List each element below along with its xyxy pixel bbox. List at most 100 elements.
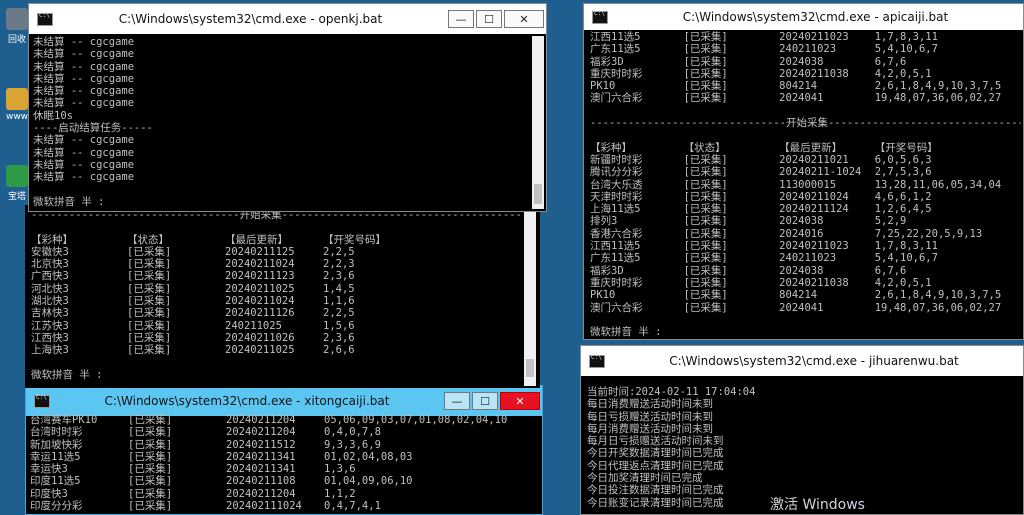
openkj-titlebar[interactable]: C:\Windows\system32\cmd.exe - openkj.bat… — [29, 4, 546, 34]
table-cell: 印度分分彩 — [30, 500, 83, 512]
table-cell: 5,2,9 — [874, 215, 907, 228]
xitongcaiji-console[interactable]: 台湾赛车PK10 [已采集] 20240211204 05,06,09,03,07,0… — [30, 414, 538, 512]
console-line: 当前时间:2024-02-11 17:04:04 — [587, 386, 756, 398]
openkj-console[interactable]: 未结算 -- cgcgame 未结算 -- cgcgame 未结算 -- cgcga… — [33, 36, 528, 209]
table-cell: 1,7,8,3,11 — [874, 240, 938, 253]
maximize-button[interactable]: ☐ — [472, 392, 498, 410]
console-line: 未结算 -- cgcgame — [33, 171, 135, 184]
table-cell: [已采集] — [127, 270, 172, 283]
table-cell: 2,2,5 — [323, 307, 355, 320]
table-cell: 20240211124 — [779, 203, 849, 216]
apicaiji-console[interactable]: 江西11选5 [已采集] 20240211023 1,7,8,3,11 广东11选5 [已… — [590, 31, 1021, 337]
table-cell: 福彩3D — [590, 55, 624, 68]
console-line: 今日加奖清理时间已完成 — [587, 472, 703, 485]
jihuarenwu-titlebar[interactable]: C:\Windows\system32\cmd.exe - jihuarenwu… — [581, 346, 1023, 376]
table-cell: [已采集] — [128, 426, 173, 439]
table-cell: 澳门六合彩 — [590, 92, 643, 105]
caiji-scrollbar[interactable] — [524, 209, 536, 386]
console-line: ----启动结算任务----- — [33, 122, 153, 135]
table-row: 江西11选5 [已采集] 20240211023 1,7,8,3,11 — [590, 31, 1021, 43]
table-row: 幸运11选5 [已采集] 20240211341 01,02,04,08,03 — [30, 451, 538, 463]
table-cell: 20240211024 — [225, 258, 295, 271]
minimize-button[interactable]: — — [444, 392, 470, 410]
table-cell: 江西11选5 — [590, 31, 641, 43]
maximize-button[interactable]: ☐ — [476, 10, 502, 28]
table-row: 广东11选5 [已采集] 240211023 5,4,10,6,7 — [590, 252, 1021, 264]
table-cell: 【最后更新】 — [779, 141, 843, 154]
xitongcaiji-titlebar[interactable]: C:\Windows\system32\cmd.exe - xitongcaij… — [26, 386, 542, 416]
table-row: 印度11选5 [已采集] 20240211108 01,04,09,06,10 — [30, 475, 538, 487]
table-row: 澳门六合彩 [已采集] 2024041 19,48,07,36,06,02,27 — [590, 92, 1021, 104]
table-cell: 上海11选5 — [590, 203, 641, 216]
apicaiji-titlebar[interactable]: C:\Windows\system32\cmd.exe - apicaiji.b… — [584, 4, 1023, 30]
table-cell: 幸运快3 — [30, 463, 68, 476]
table-cell: 6,7,6 — [874, 55, 907, 68]
table-cell: 0,4,0,7,8 — [324, 426, 381, 439]
cmd-icon — [34, 394, 50, 408]
table-row: 上海快3 [已采集] 20240211025 2,6,6 — [31, 344, 522, 356]
separator-line: -------------------------------开始采集-----… — [590, 117, 1021, 129]
table-cell: 13,28,11,06,05,34,04 — [874, 178, 1002, 191]
table-cell: [已采集] — [683, 67, 728, 80]
table-cell: PK10 — [590, 80, 616, 93]
table-cell: 1,1,2 — [324, 487, 356, 500]
table-cell: 20240211025 — [225, 282, 295, 295]
caiji-window[interactable]: ---------------------------------开始采集---… — [25, 205, 540, 388]
desktop-icon[interactable]: www — [4, 88, 30, 122]
table-cell: 幸运11选5 — [30, 450, 81, 463]
table-cell: 20240211512 — [226, 438, 296, 451]
table-cell: 2,2,3 — [323, 258, 355, 271]
desktop-icon[interactable]: 宝塔 — [4, 165, 30, 202]
table-cell: 福彩3D — [590, 264, 624, 277]
table-cell: 2,2,5 — [323, 245, 355, 258]
xitongcaiji-window[interactable]: C:\Windows\system32\cmd.exe - xitongcaij… — [25, 385, 543, 515]
desktop-icon-image — [6, 88, 28, 110]
console-line: 今日代理返点清理时间已完成 — [587, 459, 724, 472]
table-row: 江西快3 [已采集] 20240211026 2,3,6 — [31, 332, 522, 344]
console-line: 未结算 -- cgcgame — [33, 36, 135, 48]
table-cell: 1,3,6 — [324, 463, 356, 476]
close-button[interactable]: ✕ — [500, 392, 540, 410]
table-row: 江西11选5 [已采集] 20240211023 1,7,8,3,11 — [590, 240, 1021, 252]
table-cell: [已采集] — [127, 319, 172, 332]
desktop-icon-label: 回收 — [7, 35, 26, 45]
desktop-icon-label: www — [5, 112, 29, 122]
table-cell: 804214 — [779, 80, 818, 93]
table-cell: [已采集] — [683, 264, 728, 277]
openkj-window[interactable]: C:\Windows\system32\cmd.exe - openkj.bat… — [28, 3, 547, 212]
table-row: 【彩种】 【状态】 【最后更新】 【开奖号码】 — [31, 234, 522, 246]
console-line: 未结算 -- cgcgame — [33, 146, 135, 159]
table-row: 台湾大乐透 [已采集] 113000015 13,28,11,06,05,34,04 — [590, 179, 1021, 191]
table-cell: 【状态】 — [127, 233, 169, 246]
table-cell: 台湾大乐透 — [590, 178, 643, 191]
table-cell: 广西快3 — [31, 270, 69, 283]
table-cell: 240211023 — [779, 43, 837, 56]
table-cell: 重庆时时彩 — [590, 67, 643, 80]
cmd-icon — [37, 12, 53, 26]
apicaiji-window[interactable]: C:\Windows\system32\cmd.exe - apicaiji.b… — [583, 3, 1024, 340]
caiji-console[interactable]: ---------------------------------开始采集---… — [31, 209, 522, 386]
table-cell: 19,48,07,36,06,02,27 — [874, 92, 1002, 105]
openkj-scrollbar[interactable] — [532, 36, 544, 209]
table-cell: [已采集] — [683, 252, 728, 265]
table-cell: 2,3,6 — [323, 331, 355, 344]
console-line: 每月消费赠送活动时间未到 — [587, 422, 713, 435]
table-cell: [已采集] — [683, 289, 728, 302]
table-row: 重庆时时彩 [已采集] 20240211038 4,2,0,5,1 — [590, 277, 1021, 289]
table-cell: 河北快3 — [31, 282, 69, 295]
table-cell: [已采集] — [128, 500, 173, 512]
table-cell: [已采集] — [683, 153, 728, 166]
desktop-icon[interactable]: 回收 — [4, 8, 30, 45]
minimize-button[interactable]: — — [448, 10, 474, 28]
table-cell: [已采集] — [683, 55, 728, 68]
table-cell: [已采集] — [683, 92, 728, 105]
close-button[interactable]: ✕ — [504, 10, 544, 28]
table-cell: 排列3 — [590, 215, 618, 228]
table-row: PK10 [已采集] 804214 2,6,1,8,4,9,10,3,7,5 — [590, 289, 1021, 301]
window-title: C:\Windows\system32\cmd.exe - xitongcaij… — [104, 394, 390, 408]
separator-right: ------------------------------- — [827, 117, 1021, 130]
jihuarenwu-window[interactable]: C:\Windows\system32\cmd.exe - jihuarenwu… — [580, 345, 1024, 515]
table-cell: [已采集] — [683, 240, 728, 253]
table-cell: 6,7,6 — [874, 264, 907, 277]
